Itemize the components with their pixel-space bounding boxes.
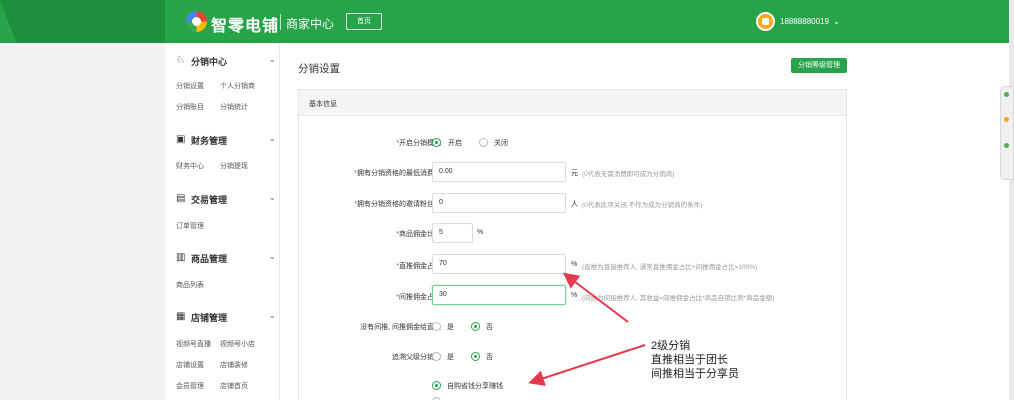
chevron-down-icon: ⌄: [268, 133, 276, 143]
sidebar-item-orders[interactable]: 订单管理: [176, 221, 204, 231]
enable-off-label: 关闭: [494, 140, 508, 147]
chevron-down-icon: ⌄: [268, 192, 276, 202]
no-indirect-label: 没有间推, 间推佣金给直推: [360, 324, 441, 331]
sidebar-item-store-settings[interactable]: 店铺设置: [176, 360, 204, 370]
sidebar-item-members[interactable]: 会员管理: [176, 381, 204, 391]
sidebar-item-live[interactable]: 视频号直播: [176, 339, 211, 349]
page-title: 分销设置: [298, 63, 340, 75]
top-bar-accent: [0, 0, 165, 43]
sidebar-item-finance-center[interactable]: 财务中心: [176, 161, 204, 171]
no-label: 否: [486, 324, 493, 331]
panel-title: 基本信息: [309, 101, 337, 108]
annotation-line: 直推相当于团长: [651, 354, 728, 366]
min-consume-label: 拥有分销资格的最低消费额: [357, 170, 441, 177]
annotation-line: 2级分销: [651, 340, 691, 352]
merchant-center-title: 商家中心: [286, 17, 335, 31]
annotation-line: 间推相当于分享员: [651, 368, 739, 380]
min-consume-input[interactable]: 0.00: [432, 162, 566, 182]
sidebar-section-label: 商品管理: [191, 254, 228, 264]
sidebar-section-distribution[interactable]: ♘ 分销中心 ⌄: [176, 53, 276, 69]
sidebar-item-withdrawal[interactable]: 分销提现: [220, 161, 248, 171]
sidebar-section-store[interactable]: ▦ 店铺管理 ⌄: [176, 309, 276, 325]
chevron-down-icon: ⌄: [268, 251, 276, 261]
finance-icon: ▣: [176, 134, 186, 145]
home-button[interactable]: 首页: [346, 13, 382, 30]
trace-yes-radio[interactable]: [432, 352, 441, 361]
yes-label: 是: [447, 324, 454, 331]
share-icon: ♘: [176, 55, 185, 66]
main-content: 分销设置 分销等级管理 基本信息 *开启分销模式 开启 关闭 *拥有分销资格的最…: [280, 43, 1009, 400]
user-avatar-icon[interactable]: [756, 12, 775, 31]
status-dot-icon: [1004, 143, 1009, 148]
no-indirect-no-radio[interactable]: [471, 322, 480, 331]
sidebar-item-video-shop[interactable]: 视频号小店: [220, 339, 255, 349]
sidebar-item-personal-distributor[interactable]: 个人分销商: [220, 81, 255, 91]
sidebar-item-distribution-stats[interactable]: 分销统计: [220, 102, 248, 112]
sidebar-item-distribution-settings[interactable]: 分销设置: [176, 81, 204, 91]
panel-header: 基本信息: [299, 90, 846, 116]
brand-logo-icon[interactable]: [186, 11, 207, 32]
brand-name[interactable]: 智零电铺: [211, 12, 279, 36]
sidebar-item-goods-list[interactable]: 商品列表: [176, 280, 204, 290]
direct-ratio-input[interactable]: 70: [432, 254, 566, 274]
unit-percent: %: [571, 292, 578, 299]
unit-percent: %: [571, 261, 578, 268]
yes-label: 是: [447, 354, 454, 361]
floating-widget[interactable]: [1000, 86, 1014, 180]
share-mode-label: 自购省钱分享赚钱: [447, 383, 503, 390]
sidebar-section-goods[interactable]: ▥ 商品管理 ⌄: [176, 250, 276, 266]
store-icon: ▦: [176, 311, 186, 322]
sidebar-section-label: 财务管理: [191, 136, 228, 146]
chevron-down-icon[interactable]: ⌄: [833, 17, 840, 26]
annotation-text: 2级分销 直推相当于团长 间推相当于分享员: [651, 339, 739, 381]
invite-hint: (0代表此项关闭,不作为成为分销商的条件): [582, 202, 703, 209]
order-icon: ▤: [176, 193, 186, 204]
chevron-down-icon: ⌄: [268, 310, 276, 320]
min-consume-hint: (0代表无需消费即可成为分销商): [582, 171, 675, 178]
indirect-ratio-input[interactable]: 30: [432, 285, 566, 305]
unit-yuan: 元: [571, 170, 578, 177]
brand-divider: [280, 14, 281, 30]
distribution-level-button[interactable]: 分销等级管理: [791, 58, 847, 73]
enable-on-label: 开启: [448, 140, 462, 147]
no-indirect-yes-radio[interactable]: [432, 322, 441, 331]
unit-people: 人: [571, 201, 578, 208]
no-label: 否: [486, 354, 493, 361]
chevron-down-icon: ⌄: [268, 54, 276, 64]
invite-label: 拥有分销资格的邀请粉丝数: [357, 201, 441, 208]
sidebar-section-label: 店铺管理: [191, 313, 228, 323]
trace-no-radio[interactable]: [471, 352, 480, 361]
status-dot-icon: [1004, 117, 1009, 122]
top-bar: 智零电铺 商家中心 首页 18888880019 ⌄: [0, 0, 1009, 43]
share-mode-radio[interactable]: [432, 381, 441, 390]
status-dot-icon: [1004, 92, 1009, 97]
sidebar-section-trade[interactable]: ▤ 交易管理 ⌄: [176, 191, 276, 207]
sidebar: ♘ 分销中心 ⌄ 分销设置 个人分销商 分销账目 分销统计 ▣ 财务管理 ⌄ 财…: [165, 43, 280, 400]
form-row-enable: *开启分销模式: [299, 138, 441, 150]
enable-off-radio[interactable]: [479, 138, 488, 147]
basic-info-panel: 基本信息 *开启分销模式 开启 关闭 *拥有分销资格的最低消费额 0.00 元 …: [298, 89, 847, 400]
sidebar-section-finance[interactable]: ▣ 财务管理 ⌄: [176, 132, 276, 148]
direct-hint: (直推为直接推荐人, 通常直推佣金占比+间推佣金占比=100%): [582, 264, 758, 271]
sidebar-item-store-decoration[interactable]: 店铺装修: [220, 360, 248, 370]
unit-percent: %: [477, 229, 484, 236]
sidebar-section-label: 交易管理: [191, 195, 228, 205]
page-scrollbar[interactable]: [1009, 0, 1014, 400]
sidebar-item-distribution-accounts[interactable]: 分销账目: [176, 102, 204, 112]
sidebar-item-store-home[interactable]: 店铺首页: [220, 381, 248, 391]
indirect-hint: (间推为间接推荐人, 其收益=间推佣金占比*商品自销比例*商品金额): [582, 295, 775, 302]
goods-icon: ▥: [176, 252, 186, 263]
sidebar-section-label: 分销中心: [191, 57, 228, 67]
invite-count-input[interactable]: 0: [432, 193, 566, 213]
enable-on-radio[interactable]: [432, 138, 441, 147]
user-phone[interactable]: 18888880019: [780, 17, 829, 26]
commission-input[interactable]: 5: [432, 223, 473, 243]
